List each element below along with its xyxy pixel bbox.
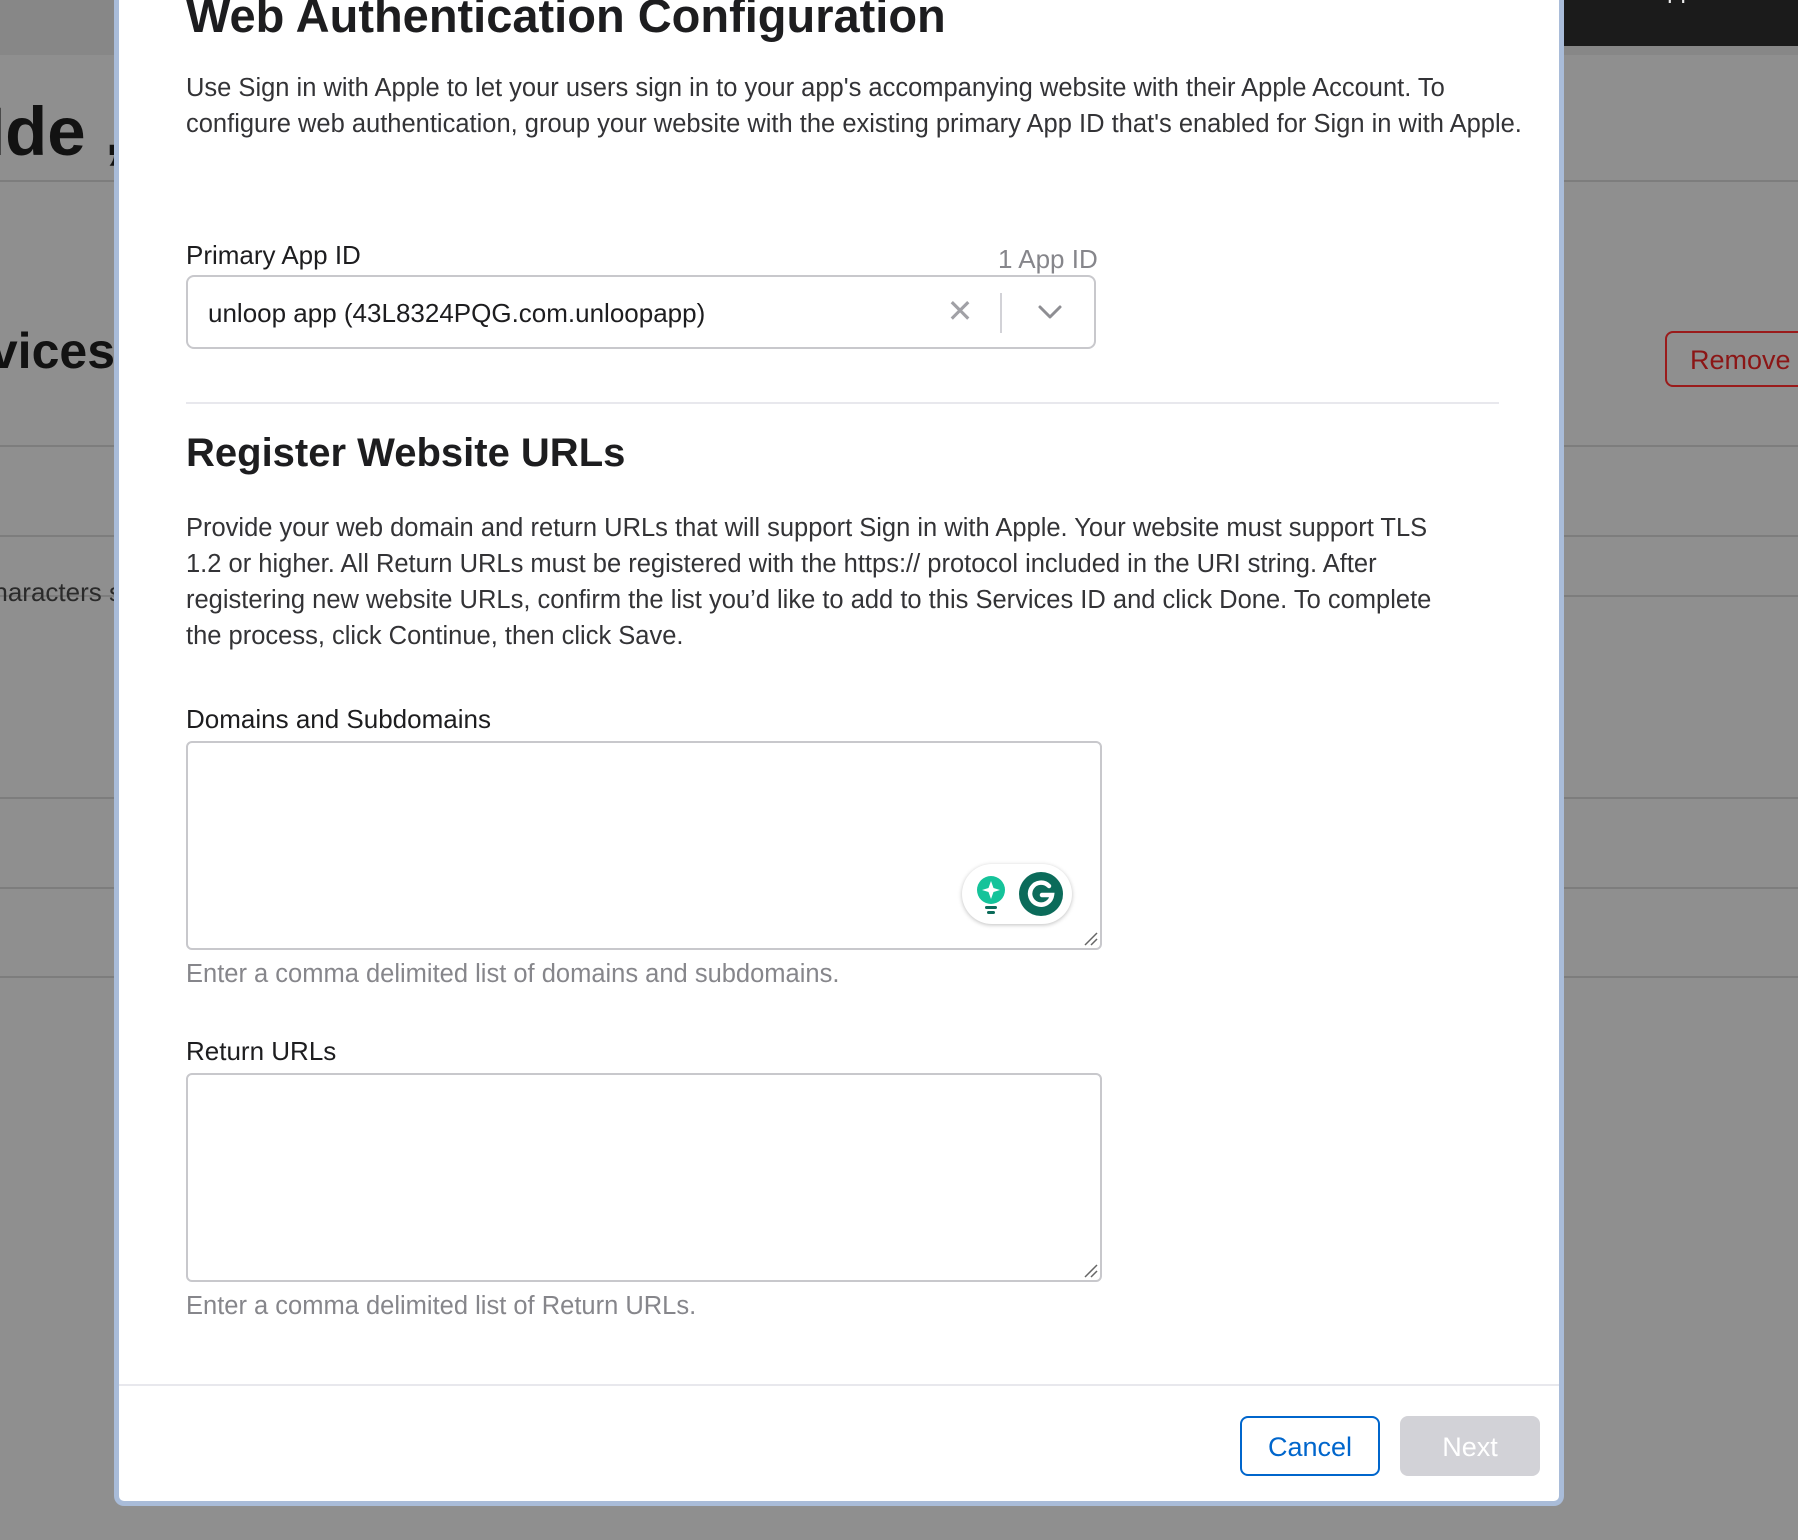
register-section-title: Register Website URLs: [186, 431, 626, 475]
background-section-title: vices: [0, 323, 115, 379]
background-page-title: , Ide: [0, 93, 124, 170]
footer-divider: [119, 1384, 1559, 1386]
resize-handle-icon[interactable]: [1082, 930, 1098, 946]
cancel-button[interactable]: Cancel: [1240, 1416, 1380, 1476]
modal-title: Web Authentication Configuration: [186, 0, 946, 42]
return-urls-textarea[interactable]: [186, 1073, 1102, 1282]
modal-intro-text: Use Sign in with Apple to let your users…: [186, 74, 1522, 138]
grammarly-icon[interactable]: [1018, 871, 1064, 917]
app-id-count: 1 App ID: [998, 244, 1098, 274]
return-urls-hint: Enter a comma delimited list of Return U…: [186, 1292, 697, 1320]
domains-label: Domains and Subdomains: [186, 704, 491, 734]
grammarly-widget[interactable]: [962, 864, 1072, 924]
primary-app-id-value: unloop app (43L8324PQG.com.unloopapp): [208, 298, 706, 328]
background-remove-button: Remove: [1665, 331, 1798, 387]
domains-hint: Enter a comma delimited list of domains …: [186, 960, 840, 988]
lightbulb-icon[interactable]: [974, 875, 1008, 915]
close-icon[interactable]: ✕: [940, 291, 980, 331]
primary-app-id-label: Primary App ID: [186, 240, 361, 270]
next-button[interactable]: Next: [1400, 1416, 1540, 1476]
register-description: Provide your web domain and return URLs …: [186, 514, 1432, 650]
section-divider: [186, 402, 1499, 404]
chevron-down-icon[interactable]: [1033, 297, 1067, 327]
primary-app-id-select[interactable]: unloop app (43L8324PQG.com.unloopapp) ✕: [186, 275, 1096, 349]
domains-textarea[interactable]: [186, 741, 1102, 950]
resize-handle-icon[interactable]: [1082, 1262, 1098, 1278]
return-urls-label: Return URLs: [186, 1036, 337, 1066]
web-auth-config-modal: Web Authentication Configuration Use Sig…: [114, 0, 1564, 1506]
background-helper-text: haracters s: [0, 577, 122, 607]
select-divider: [1000, 293, 1002, 333]
